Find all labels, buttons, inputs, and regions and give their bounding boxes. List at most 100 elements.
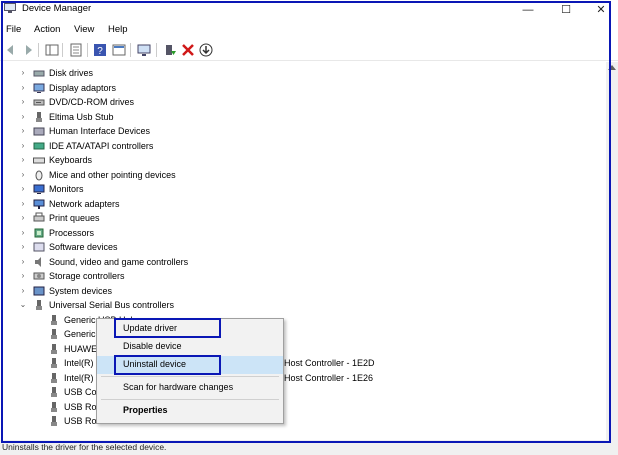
tree-category[interactable]: › Human Interface Devices xyxy=(0,124,600,138)
tree-category-label: Sound, video and game controllers xyxy=(49,256,189,267)
chevron-right-icon[interactable]: › xyxy=(19,169,27,181)
tree-device[interactable]: USB Ro xyxy=(0,400,600,414)
menu-item-uninstall-device[interactable]: Uninstall device xyxy=(97,356,283,374)
tree-device-label: HUAWE xyxy=(64,343,98,354)
tree-category[interactable]: › Storage controllers xyxy=(0,269,600,283)
usb-icon xyxy=(51,416,57,426)
tree-category-label: System devices xyxy=(49,285,113,296)
menu-help[interactable]: Help xyxy=(108,24,128,35)
tree-category[interactable]: › Mice and other pointing devices xyxy=(0,168,600,182)
menu-item-scan-hardware[interactable]: Scan for hardware changes xyxy=(97,379,283,397)
chevron-right-icon[interactable]: › xyxy=(19,125,27,137)
tree-category[interactable]: › System devices xyxy=(0,284,600,298)
chevron-right-icon[interactable]: › xyxy=(19,67,27,79)
chevron-right-icon[interactable]: › xyxy=(19,154,27,166)
tree-category-label: Display adaptors xyxy=(49,82,117,93)
maximize-button[interactable]: ☐ xyxy=(548,0,584,20)
tree-device[interactable]: USB Co xyxy=(0,385,600,399)
disk-drive-icon xyxy=(33,70,45,77)
menu-item-update-driver[interactable]: Update driver xyxy=(97,320,283,338)
usb-icon xyxy=(51,314,57,325)
tree-device-label: USB Ro xyxy=(64,401,97,412)
chevron-right-icon[interactable]: › xyxy=(19,285,27,297)
printer-icon xyxy=(33,212,45,222)
monitor-icon[interactable] xyxy=(136,42,152,58)
usb-icon xyxy=(51,387,57,397)
update-driver-label: Update driver xyxy=(123,323,178,333)
properties-label: Properties xyxy=(123,405,168,415)
chevron-right-icon[interactable]: › xyxy=(19,111,27,123)
tree-category[interactable]: › Disk drives xyxy=(0,66,600,80)
device-tree: › Disk drives › Display adaptors › DVD/C… xyxy=(0,62,606,440)
help-icon[interactable]: ? xyxy=(92,42,108,58)
chevron-right-icon[interactable]: › xyxy=(19,140,27,152)
tree-device[interactable]: Intel(R) Host Controller - 1E2D xyxy=(0,356,600,370)
tree-category[interactable]: › Processors xyxy=(0,226,600,240)
menu-view[interactable]: View xyxy=(74,24,94,35)
tree-device[interactable]: USB Ro xyxy=(0,414,600,428)
menu-item-properties[interactable]: Properties xyxy=(97,402,283,420)
scroll-up-icon[interactable] xyxy=(608,64,616,70)
forward-arrow-icon[interactable] xyxy=(20,42,36,58)
device-manager-window: Device Manager — ☐ ✕ File Action View He… xyxy=(0,0,618,455)
menu-separator xyxy=(101,399,279,400)
back-arrow-icon[interactable] xyxy=(3,42,19,58)
tree-device[interactable]: Intel(R) Host Controller - 1E26 xyxy=(0,371,600,385)
tree-category-label: Network adapters xyxy=(49,198,120,209)
usb-icon xyxy=(51,372,57,383)
uninstall-icon[interactable] xyxy=(180,42,196,58)
tree-category[interactable]: › IDE ATA/ATAPI controllers xyxy=(0,139,600,153)
menu-action[interactable]: Action xyxy=(34,24,60,35)
chevron-down-icon[interactable]: ⌄ xyxy=(19,299,27,311)
chevron-right-icon[interactable]: › xyxy=(19,198,27,210)
ide-controller-icon xyxy=(33,142,45,149)
tree-device[interactable]: Generic USB Hub xyxy=(0,313,600,327)
toolbar-separator xyxy=(156,43,157,57)
tree-category[interactable]: › Keyboards xyxy=(0,153,600,167)
tree-category-label: IDE ATA/ATAPI controllers xyxy=(49,140,154,151)
hid-icon xyxy=(33,127,45,136)
tree-category[interactable]: › Eltima Usb Stub xyxy=(0,110,600,124)
chevron-right-icon[interactable]: › xyxy=(19,227,27,239)
tree-category[interactable]: › Display adaptors xyxy=(0,81,600,95)
monitor-icon xyxy=(33,184,45,194)
tree-device[interactable]: HUAWE xyxy=(0,342,600,356)
close-button[interactable]: ✕ xyxy=(583,0,618,20)
minimize-button[interactable]: — xyxy=(510,0,546,20)
tree-category[interactable]: › Monitors xyxy=(0,182,600,196)
chevron-right-icon[interactable]: › xyxy=(19,96,27,108)
keyboard-icon xyxy=(33,157,45,164)
view-icon[interactable] xyxy=(111,42,127,58)
chevron-right-icon[interactable]: › xyxy=(19,212,27,224)
tree-category[interactable]: › DVD/CD-ROM drives xyxy=(0,95,600,109)
menu-item-disable-device[interactable]: Disable device xyxy=(97,338,283,356)
chevron-right-icon[interactable]: › xyxy=(19,241,27,253)
tree-category[interactable]: › Print queues xyxy=(0,211,600,225)
chevron-right-icon[interactable]: › xyxy=(19,183,27,195)
toolbar-separator xyxy=(130,43,131,57)
tree-category[interactable]: ⌄ Universal Serial Bus controllers xyxy=(0,298,600,312)
uninstall-device-label: Uninstall device xyxy=(123,359,187,369)
vertical-scrollbar[interactable] xyxy=(606,62,618,440)
menu-file[interactable]: File xyxy=(6,24,21,35)
tree-device-label: Intel(R) xyxy=(64,358,94,368)
status-text: Uninstalls the driver for the selected d… xyxy=(2,442,167,452)
tree-category-label: Software devices xyxy=(49,242,118,252)
dvd-drive-icon xyxy=(33,99,45,106)
chevron-right-icon[interactable]: › xyxy=(19,82,27,94)
tree-category-label: Universal Serial Bus controllers xyxy=(49,300,175,310)
menu-separator xyxy=(101,376,279,377)
tree-category-label: Processors xyxy=(49,227,95,238)
chevron-right-icon[interactable]: › xyxy=(19,256,27,268)
processor-icon xyxy=(34,228,44,237)
update-driver-icon[interactable] xyxy=(162,42,178,58)
tree-category[interactable]: › Network adapters xyxy=(0,197,600,211)
tree-category[interactable]: › Software devices xyxy=(0,240,600,254)
tree-category[interactable]: › Sound, video and game controllers xyxy=(0,255,600,269)
svg-text:?: ? xyxy=(97,46,103,57)
tree-device[interactable]: Generic xyxy=(0,327,600,341)
properties-icon[interactable] xyxy=(68,42,84,58)
chevron-right-icon[interactable]: › xyxy=(19,270,27,282)
download-icon[interactable] xyxy=(198,42,214,58)
show-hide-console-tree-icon[interactable] xyxy=(44,42,60,58)
